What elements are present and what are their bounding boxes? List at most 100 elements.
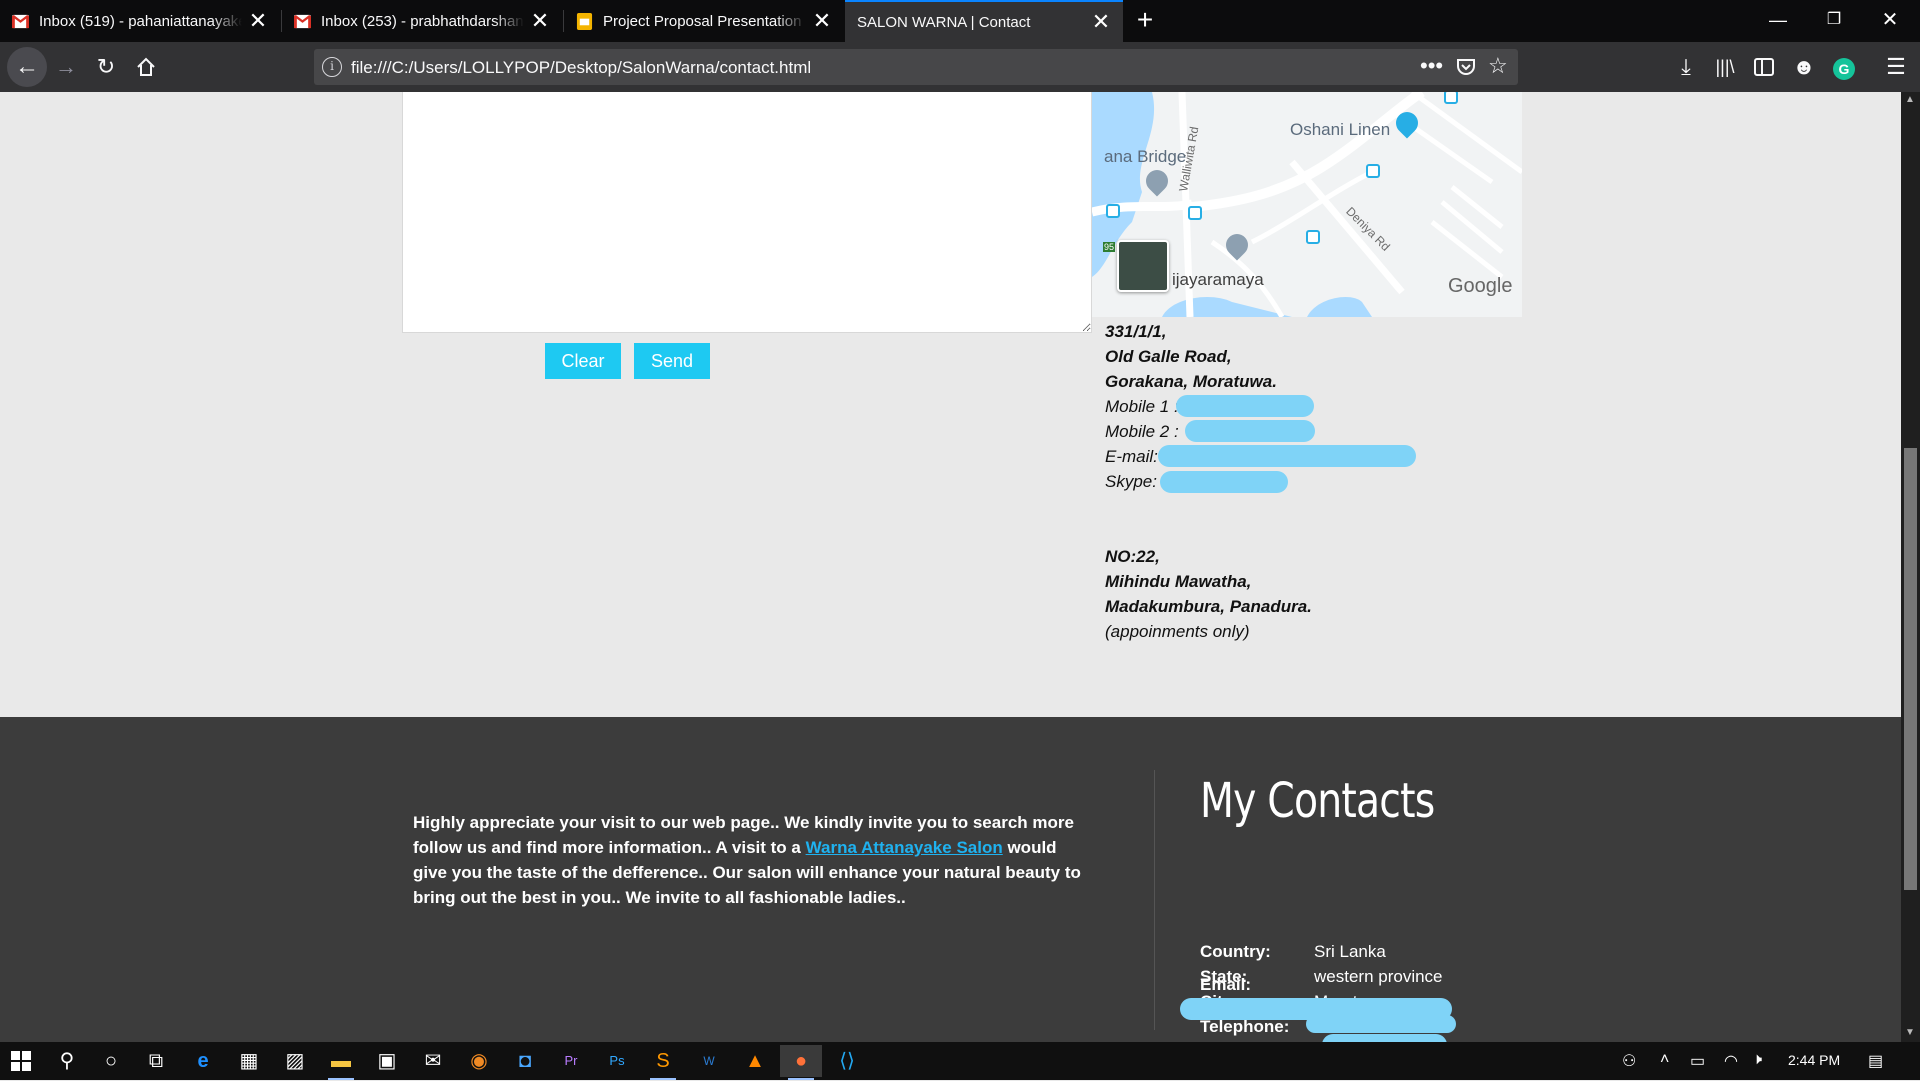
navigation-bar: ← → ↻ i file:///C:/Users/LOLLYPOP/Deskto… bbox=[0, 42, 1920, 92]
tab-title: Inbox (519) - pahaniattanayake bbox=[39, 12, 242, 30]
close-tab-icon[interactable]: ✕ bbox=[812, 8, 832, 34]
address-line: NO:22, bbox=[1105, 547, 1160, 566]
clear-button[interactable]: Clear bbox=[545, 343, 621, 379]
page-actions-icon[interactable]: ••• bbox=[1420, 53, 1443, 79]
vlc-icon: ▲ bbox=[745, 1050, 765, 1072]
new-tab-button[interactable]: + bbox=[1128, 4, 1162, 38]
scroll-down-icon[interactable]: ▼ bbox=[1905, 1027, 1915, 1038]
vscode-button[interactable]: ⟨⟩ bbox=[826, 1045, 868, 1077]
vlc-button[interactable]: ▲ bbox=[734, 1045, 776, 1077]
address-line: Old Galle Road, bbox=[1105, 347, 1232, 366]
tab-inbox-1[interactable]: Inbox (519) - pahaniattanayake ✕ bbox=[0, 0, 280, 42]
map-label: ana Bridge bbox=[1104, 147, 1187, 166]
library-button[interactable]: |||\ bbox=[1709, 51, 1741, 83]
tab-salon-contact[interactable]: SALON WARNA | Contact ✕ bbox=[845, 0, 1123, 42]
bus-stop-icon[interactable] bbox=[1306, 230, 1320, 244]
bus-stop-icon[interactable] bbox=[1106, 204, 1120, 218]
sidebar-button[interactable] bbox=[1748, 51, 1780, 83]
address-line: Gorakana, Moratuwa. bbox=[1105, 372, 1277, 391]
download-icon: ⤓ bbox=[1681, 54, 1691, 79]
close-window-button[interactable]: ✕ bbox=[1862, 0, 1918, 42]
blender-icon: ◉ bbox=[470, 1050, 488, 1072]
map-label: ijayaramaya bbox=[1172, 270, 1264, 289]
bus-stop-icon[interactable] bbox=[1366, 164, 1380, 178]
menu-button[interactable]: ☰ bbox=[1880, 51, 1912, 83]
task-view-button[interactable]: ⧉ bbox=[135, 1045, 177, 1077]
premiere-icon: Pr bbox=[564, 1053, 578, 1068]
email-row: Email: bbox=[1200, 975, 1314, 995]
gmail-icon bbox=[12, 14, 29, 28]
satellite-toggle[interactable] bbox=[1117, 240, 1169, 292]
mail-button[interactable]: ✉ bbox=[412, 1045, 454, 1077]
tab-inbox-2[interactable]: Inbox (253) - prabhathdarshana ✕ bbox=[282, 0, 562, 42]
cortana-button[interactable]: ○ bbox=[90, 1045, 132, 1077]
edge-button[interactable]: e bbox=[182, 1045, 224, 1077]
firefox-button[interactable]: ● bbox=[780, 1045, 822, 1080]
close-tab-icon[interactable]: ✕ bbox=[530, 8, 550, 34]
info-icon[interactable]: i bbox=[322, 57, 342, 77]
salon-link[interactable]: Warna Attanayake Salon bbox=[806, 838, 1003, 857]
store-button[interactable]: ▣ bbox=[366, 1045, 408, 1077]
cortana-icon: ○ bbox=[104, 1050, 118, 1072]
app-button[interactable]: ◘ bbox=[504, 1045, 546, 1077]
scroll-up-icon[interactable]: ▲ bbox=[1905, 94, 1915, 105]
start-button[interactable] bbox=[0, 1045, 42, 1077]
downloads-button[interactable]: ⤓ bbox=[1670, 51, 1702, 83]
hamburger-menu-icon: ☰ bbox=[1886, 54, 1906, 79]
account-icon: ☻ bbox=[1792, 54, 1816, 79]
redaction-mark bbox=[1160, 471, 1288, 493]
search-button[interactable]: ⚲ bbox=[46, 1045, 88, 1077]
battery-icon[interactable]: ▭ bbox=[1690, 1051, 1705, 1071]
country-row: Country: Sri Lanka bbox=[1200, 942, 1386, 962]
store-icon: ▣ bbox=[377, 1050, 397, 1072]
calculator-button[interactable]: ▦ bbox=[228, 1045, 270, 1077]
wifi-icon[interactable]: ◠ bbox=[1724, 1051, 1738, 1071]
page-scrollbar[interactable]: ▲ ▼ bbox=[1901, 92, 1920, 1042]
tab-title: Project Proposal Presentation - bbox=[603, 12, 806, 30]
search-icon: ⚲ bbox=[59, 1050, 75, 1072]
notifications-icon[interactable]: ▤ bbox=[1868, 1051, 1883, 1071]
bus-stop-icon[interactable] bbox=[1188, 206, 1202, 220]
tab-proposal[interactable]: Project Proposal Presentation - ✕ bbox=[564, 0, 844, 42]
photoshop-button[interactable]: Ps bbox=[596, 1045, 638, 1077]
restore-button[interactable]: ❐ bbox=[1806, 0, 1862, 42]
home-icon bbox=[137, 57, 155, 76]
url-text[interactable]: file:///C:/Users/LOLLYPOP/Desktop/SalonW… bbox=[351, 58, 811, 78]
send-button[interactable]: Send bbox=[634, 343, 710, 379]
close-tab-icon[interactable]: ✕ bbox=[1091, 9, 1111, 35]
account-button[interactable]: ☻ bbox=[1788, 51, 1820, 83]
forward-button[interactable]: → bbox=[49, 50, 83, 84]
address-line: Mihindu Mawatha, bbox=[1105, 572, 1252, 591]
appointment-note: (appoinments only) bbox=[1105, 622, 1250, 641]
close-tab-icon[interactable]: ✕ bbox=[248, 8, 268, 34]
blender-button[interactable]: ◉ bbox=[458, 1045, 500, 1077]
scroll-thumb[interactable] bbox=[1904, 448, 1917, 890]
minimize-button[interactable]: — bbox=[1750, 0, 1806, 42]
premiere-button[interactable]: Pr bbox=[550, 1045, 592, 1077]
google-map[interactable]: Oshani Linen ana Bridge ijayaramaya Wall… bbox=[1092, 92, 1522, 317]
bus-stop-icon[interactable] bbox=[1444, 92, 1458, 104]
message-textarea[interactable] bbox=[402, 92, 1092, 333]
back-button[interactable]: ← bbox=[7, 47, 47, 87]
sublime-button[interactable]: S bbox=[642, 1045, 684, 1080]
volume-muted-icon[interactable]: 🕨 bbox=[1752, 1051, 1762, 1069]
map-label: Oshani Linen bbox=[1290, 120, 1391, 139]
reload-button[interactable]: ↻ bbox=[89, 50, 123, 84]
footer-divider bbox=[1154, 770, 1155, 1030]
pocket-icon[interactable] bbox=[1456, 57, 1476, 77]
grammarly-button[interactable]: G bbox=[1828, 51, 1860, 83]
clock[interactable]: 2:44 PM bbox=[1788, 1052, 1840, 1068]
footer: Highly appreciate your visit to our web … bbox=[0, 717, 1901, 1042]
word-button[interactable]: W bbox=[688, 1045, 730, 1077]
people-icon[interactable]: ⚇ bbox=[1622, 1051, 1636, 1071]
address-bar[interactable]: i file:///C:/Users/LOLLYPOP/Desktop/Salo… bbox=[314, 49, 1518, 85]
chevron-up-icon[interactable]: ˄ bbox=[1660, 1051, 1669, 1069]
address-line: Madakumbura, Panadura. bbox=[1105, 597, 1312, 616]
file-explorer-button[interactable]: ▬ bbox=[320, 1045, 362, 1080]
photos-button[interactable]: ▨ bbox=[274, 1045, 316, 1077]
reload-icon: ↻ bbox=[96, 54, 116, 79]
home-button[interactable] bbox=[129, 50, 163, 84]
address-line: 331/1/1, bbox=[1105, 322, 1167, 341]
footer-description: Highly appreciate your visit to our web … bbox=[413, 810, 1083, 910]
bookmark-star-icon[interactable]: ☆ bbox=[1488, 53, 1508, 79]
